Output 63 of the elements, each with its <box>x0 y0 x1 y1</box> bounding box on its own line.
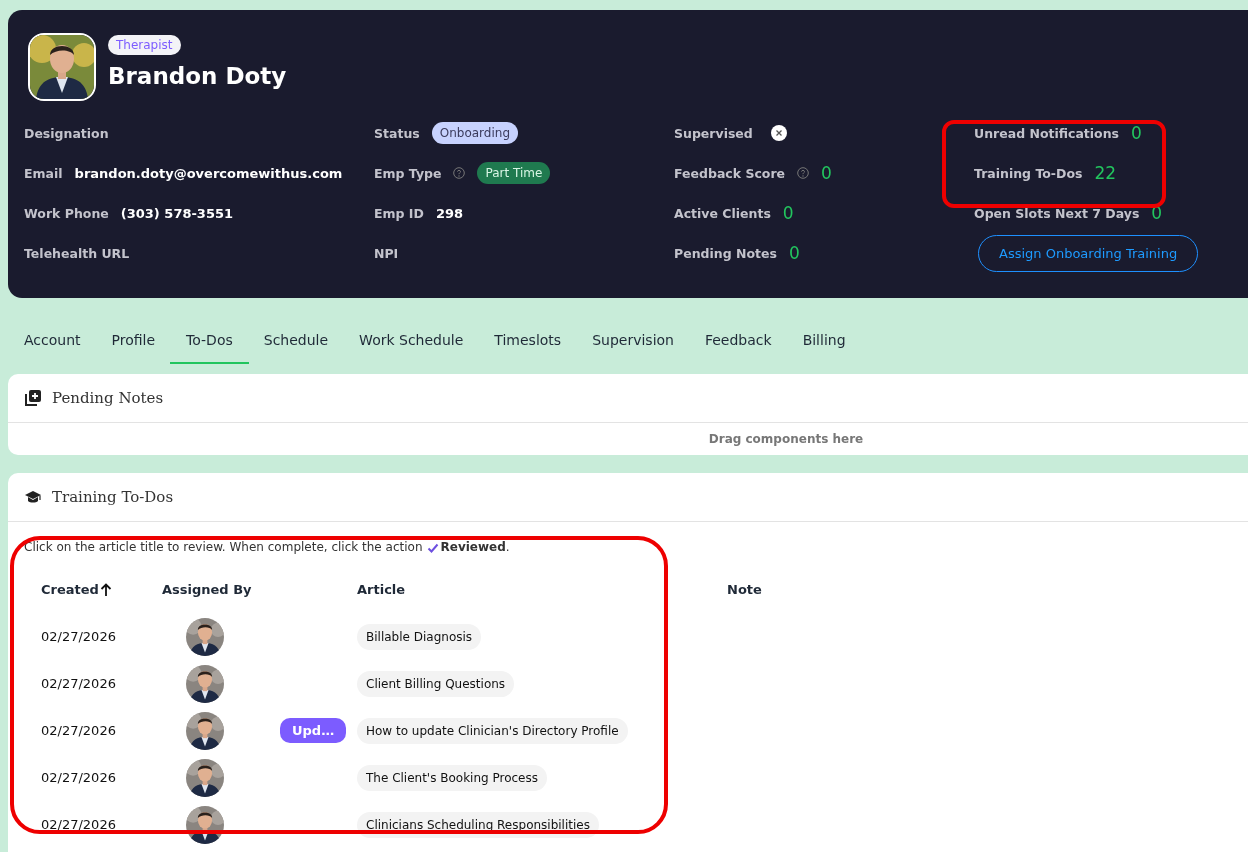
column-header[interactable]: Created <box>41 582 162 597</box>
date-cell-text: 02/27/2026 <box>41 817 117 832</box>
column-header: Assigned By <box>162 582 253 597</box>
field-label: Unread Notifications <box>974 125 1120 141</box>
article-link[interactable]: Billable Diagnosis <box>357 623 482 650</box>
avatar <box>186 711 224 750</box>
avatar <box>186 664 224 703</box>
tab[interactable]: To-Dos <box>170 318 249 364</box>
check-icon <box>426 541 439 554</box>
tab[interactable]: Account <box>8 318 97 364</box>
help-icon[interactable] <box>453 167 466 179</box>
field-value: brandon.doty@overcomewithus.com <box>74 165 343 181</box>
field-label: NPI <box>374 245 399 261</box>
field-label: Pending Notes <box>674 245 777 261</box>
field-label: Training To-Dos <box>974 165 1083 181</box>
stat-value: 0 <box>782 203 794 223</box>
date-cell-text: 02/27/2026 <box>41 770 117 785</box>
field-label: Emp Type <box>374 165 442 181</box>
field-label: Open Slots Next 7 Days <box>974 205 1140 221</box>
drop-hint: Drag components here <box>708 432 864 446</box>
card-title: Pending Notes <box>52 389 164 407</box>
add-note-icon <box>24 389 42 407</box>
stat-value: 22 <box>1094 163 1117 183</box>
field-value: (303) 578-3551 <box>120 205 234 221</box>
field-label: Email <box>24 165 63 181</box>
date-cell-text: 02/27/2026 <box>41 676 117 691</box>
stat-value: 0 <box>821 163 832 183</box>
status-badge: Onboarding <box>431 122 518 144</box>
tab[interactable]: Feedback <box>688 318 788 364</box>
article-link[interactable]: Client Billing Questions <box>357 670 515 697</box>
card-title: Training To-Dos <box>52 488 174 506</box>
tab[interactable]: Work Schedule <box>343 318 480 364</box>
profile-name: Brandon Doty <box>108 63 287 89</box>
tab[interactable]: Schedule <box>247 318 345 364</box>
sort-ascending-icon[interactable] <box>99 582 112 597</box>
field-label: Supervised <box>674 125 753 141</box>
update-tag[interactable]: Upd… <box>280 718 347 743</box>
tab[interactable]: Billing <box>786 318 862 364</box>
article-link[interactable]: The Client's Booking Process <box>357 764 547 791</box>
date-cell-text: 02/27/2026 <box>41 723 117 738</box>
column-header: Note <box>727 582 763 597</box>
help-icon[interactable] <box>797 167 810 179</box>
stat-value: 0 <box>1131 123 1142 143</box>
article-link[interactable]: How to update Clinician's Directory Profile <box>357 717 628 744</box>
field-label: Active Clients <box>674 205 771 221</box>
tab[interactable]: Timeslots <box>478 318 578 364</box>
status-badge: Part Time <box>477 162 551 184</box>
field-value: 298 <box>435 205 464 221</box>
stat-value: 0 <box>788 243 800 263</box>
avatar <box>186 617 224 656</box>
role-badge: Therapist <box>108 35 181 55</box>
field-label: Feedback Score <box>674 165 786 181</box>
date-cell-text: 02/27/2026 <box>41 629 117 644</box>
instruction-text: Click on the article title to review. When complete, click the action Reviewed. <box>23 539 511 554</box>
avatar <box>186 758 224 797</box>
field-label: Designation <box>24 125 109 141</box>
field-label: Telehealth URL <box>24 245 130 261</box>
tab[interactable]: Supervision <box>576 318 690 364</box>
tab[interactable]: Profile <box>95 318 172 364</box>
column-header: Article <box>357 582 407 597</box>
field-label: Work Phone <box>24 205 109 221</box>
field-label: Emp ID <box>374 205 424 221</box>
field-label: Status <box>374 125 420 141</box>
